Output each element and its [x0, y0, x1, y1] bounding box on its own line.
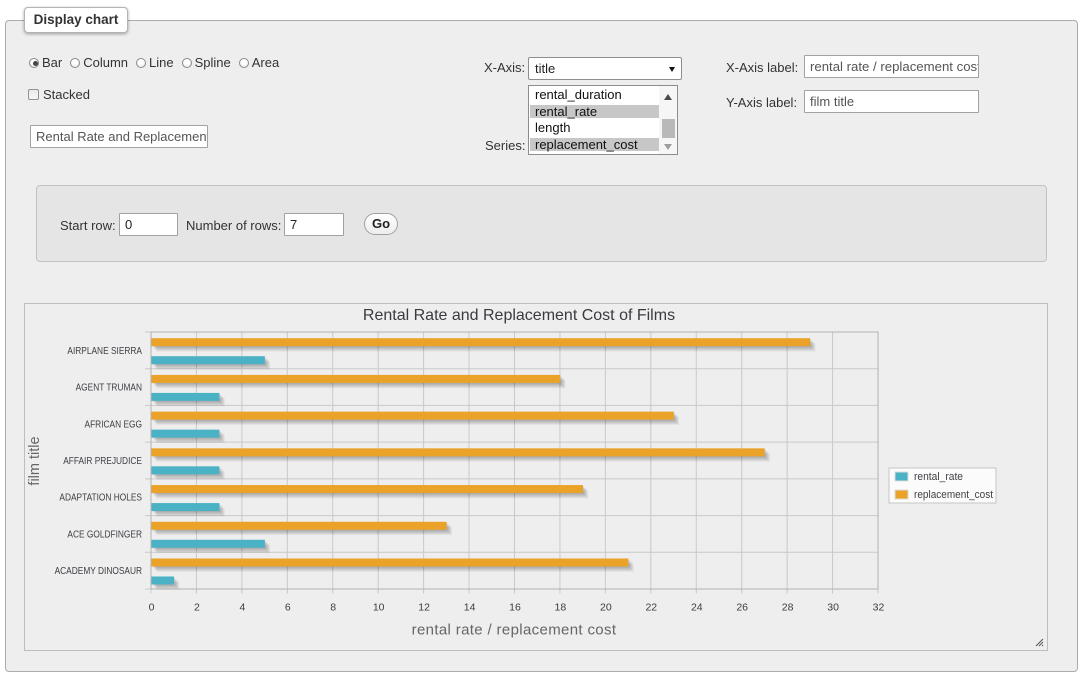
svg-text:26: 26	[736, 602, 748, 614]
svg-text:ACE GOLDFINGER: ACE GOLDFINGER	[67, 529, 142, 540]
svg-text:film title: film title	[27, 436, 43, 485]
svg-text:Rental Rate and Replacement Co: Rental Rate and Replacement Cost of Film…	[363, 307, 675, 324]
svg-text:rental rate / replacement cost: rental rate / replacement cost	[412, 622, 617, 639]
svg-text:30: 30	[827, 602, 839, 614]
svg-text:AFRICAN EGG: AFRICAN EGG	[85, 419, 143, 430]
svg-text:10: 10	[373, 602, 385, 614]
svg-text:14: 14	[464, 602, 476, 614]
svg-text:22: 22	[645, 602, 657, 614]
svg-text:24: 24	[691, 602, 703, 614]
svg-text:AFFAIR PREJUDICE: AFFAIR PREJUDICE	[63, 456, 142, 467]
svg-text:20: 20	[600, 602, 612, 614]
svg-text:12: 12	[418, 602, 430, 614]
svg-text:18: 18	[555, 602, 567, 614]
svg-text:6: 6	[285, 602, 291, 614]
svg-text:AGENT TRUMAN: AGENT TRUMAN	[76, 383, 142, 394]
svg-text:AIRPLANE SIERRA: AIRPLANE SIERRA	[67, 346, 142, 357]
svg-text:0: 0	[149, 602, 155, 614]
svg-text:rental_rate: rental_rate	[914, 471, 963, 483]
svg-text:16: 16	[509, 602, 521, 614]
svg-text:ADAPTATION HOLES: ADAPTATION HOLES	[59, 493, 142, 504]
svg-text:32: 32	[873, 602, 885, 614]
svg-text:ACADEMY DINOSAUR: ACADEMY DINOSAUR	[55, 566, 142, 577]
svg-text:4: 4	[239, 602, 245, 614]
svg-text:28: 28	[782, 602, 794, 614]
svg-text:8: 8	[330, 602, 336, 614]
svg-text:replacement_cost: replacement_cost	[914, 489, 993, 501]
svg-text:2: 2	[194, 602, 200, 614]
